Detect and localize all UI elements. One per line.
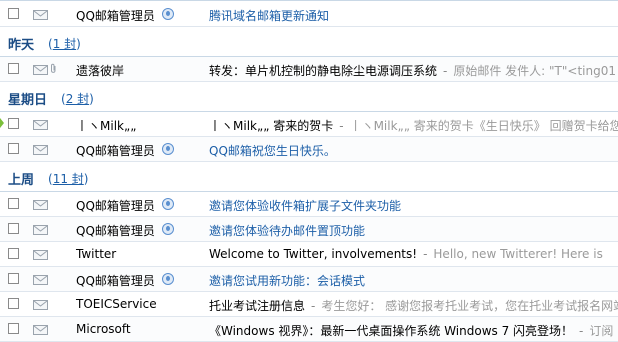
mail-row[interactable]: QQ邮箱管理员 邀请您试用新功能：会话模式 <box>0 267 618 292</box>
date-group-count-link[interactable]: 1 封 <box>53 37 76 51</box>
select-checkbox[interactable] <box>8 143 19 154</box>
subject-text[interactable]: QQ邮箱祝您生日快乐。 <box>209 144 336 158</box>
mail-subject[interactable]: 丨ヽMilk„„ 寄来的贺卡 - 丨ヽMilk„„ 寄来的贺卡《生日快乐》 回赠贺卡… <box>209 117 618 134</box>
date-group-count[interactable]: (1 封) <box>48 35 81 52</box>
subject-text[interactable]: 邀请您体验待办邮件置顶功能 <box>209 224 365 238</box>
mail-subject[interactable]: 邀请您体验收件箱扩展子文件夹功能 <box>209 197 401 214</box>
date-group-header: 昨天 (1 封) <box>0 27 618 57</box>
mail-preview: 考生您好： 感谢您报考托业考试，您在托业考试报名网站 <box>321 299 618 313</box>
mail-row[interactable]: QQ邮箱管理员 邀请您体验待办邮件置顶功能 <box>0 217 618 242</box>
envelope-icon <box>33 275 48 285</box>
date-group-title: 昨天 <box>8 38 35 53</box>
subject-preview-separator: - <box>423 247 428 261</box>
official-sender-icon <box>162 143 174 155</box>
mail-row[interactable]: Twitter Welcome to Twitter, involvements!… <box>0 242 618 267</box>
envelope-icon <box>33 145 48 155</box>
sender-name[interactable]: QQ邮箱管理员 <box>76 7 155 24</box>
current-row-indicator <box>0 118 4 128</box>
subject-text[interactable]: 转发：单片机控制的静电除尘电源调压系统 <box>209 64 437 78</box>
sender-name[interactable]: 丨ヽMilk„„ <box>76 117 136 134</box>
select-checkbox[interactable] <box>8 198 19 209</box>
date-group-title: 上周 <box>8 173 35 188</box>
attachment-icon <box>50 63 57 77</box>
sender-name[interactable]: 遗落彼岸 <box>76 62 124 79</box>
subject-text[interactable]: 邀请您试用新功能：会话模式 <box>209 274 365 288</box>
subject-text[interactable]: 邀请您体验收件箱扩展子文件夹功能 <box>209 199 401 213</box>
date-group-header: 上周 (11 封) <box>0 162 618 192</box>
envelope-icon <box>33 225 48 235</box>
mail-subject[interactable]: 转发：单片机控制的静电除尘电源调压系统 - 原始邮件 发件人: "T"<ting01 <box>209 62 616 79</box>
mail-subject[interactable]: 邀请您试用新功能：会话模式 <box>209 272 365 289</box>
mail-row[interactable]: 遗落彼岸 转发：单片机控制的静电除尘电源调压系统 - 原始邮件 发件人: "T"<ti… <box>0 57 618 82</box>
subject-preview-separator: - <box>311 299 316 313</box>
envelope-icon <box>33 325 48 335</box>
mail-preview: 原始邮件 发件人: "T"<ting01 <box>453 64 616 78</box>
envelope-icon <box>33 10 48 20</box>
subject-preview-separator: - <box>579 324 584 338</box>
sender-name[interactable]: QQ邮箱管理员 <box>76 272 155 289</box>
mail-preview: Hello, new Twitterer! Here is <box>433 247 603 261</box>
mail-subject[interactable]: 邀请您体验待办邮件置顶功能 <box>209 222 365 239</box>
mail-row[interactable]: 丨ヽMilk„„ 丨ヽMilk„„ 寄来的贺卡 - 丨ヽMilk„„ 寄来的贺卡《生日… <box>0 112 618 137</box>
mail-row[interactable]: QQ邮箱管理员 腾讯域名邮箱更新通知 <box>0 2 618 27</box>
mail-preview: 订阅 <box>589 324 614 338</box>
date-group-count[interactable]: (11 封) <box>48 170 88 187</box>
mail-row[interactable]: TOEICService 托业考试注册信息 - 考生您好： 感谢您报考托业考试，您在托… <box>0 292 618 317</box>
date-group-count-link[interactable]: 2 封 <box>66 92 89 106</box>
sender-name[interactable]: QQ邮箱管理员 <box>76 142 155 159</box>
subject-text[interactable]: 丨ヽMilk„„ 寄来的贺卡 <box>209 119 333 133</box>
mail-row[interactable]: QQ邮箱管理员 邀请您体验收件箱扩展子文件夹功能 <box>0 192 618 217</box>
sender-name[interactable]: QQ邮箱管理员 <box>76 222 155 239</box>
sender-name[interactable]: Microsoft <box>76 322 131 336</box>
subject-preview-separator: - <box>443 64 448 78</box>
sender-name[interactable]: Twitter <box>76 247 116 261</box>
subject-text[interactable]: 《Windows 视界》：最新一代桌面操作系统 Windows 7 闪亮登场！ <box>209 324 573 338</box>
official-sender-icon <box>162 198 174 210</box>
sender-name[interactable]: TOEICService <box>76 297 157 311</box>
select-checkbox[interactable] <box>8 248 19 259</box>
official-sender-icon <box>162 273 174 285</box>
mail-row[interactable]: Microsoft 《Windows 视界》：最新一代桌面操作系统 Windows… <box>0 317 618 342</box>
subject-preview-separator: - <box>339 119 344 133</box>
select-checkbox[interactable] <box>8 118 19 129</box>
select-checkbox[interactable] <box>8 223 19 234</box>
envelope-icon <box>33 200 48 210</box>
mail-subject[interactable]: 腾讯域名邮箱更新通知 <box>209 7 329 24</box>
mail-row[interactable]: QQ邮箱管理员 QQ邮箱祝您生日快乐。 <box>0 137 618 162</box>
date-group-count-link[interactable]: 11 封 <box>53 172 84 186</box>
select-checkbox[interactable] <box>8 8 19 19</box>
envelope-icon <box>33 300 48 310</box>
official-sender-icon <box>162 223 174 235</box>
sender-name[interactable]: QQ邮箱管理员 <box>76 197 155 214</box>
select-checkbox[interactable] <box>8 323 19 334</box>
list-top-border <box>0 0 618 1</box>
mail-subject[interactable]: Welcome to Twitter, involvements! - Hello,… <box>209 247 603 261</box>
mail-subject[interactable]: 《Windows 视界》：最新一代桌面操作系统 Windows 7 闪亮登场！ -… <box>209 322 613 339</box>
envelope-icon <box>33 65 48 75</box>
select-checkbox[interactable] <box>8 273 19 284</box>
mail-subject[interactable]: 托业考试注册信息 - 考生您好： 感谢您报考托业考试，您在托业考试报名网站 <box>209 297 618 314</box>
mail-subject[interactable]: QQ邮箱祝您生日快乐。 <box>209 142 336 159</box>
date-group-header: 星期日 (2 封) <box>0 82 618 112</box>
subject-text[interactable]: 托业考试注册信息 <box>209 299 305 313</box>
envelope-icon <box>33 250 48 260</box>
select-checkbox[interactable] <box>8 63 19 74</box>
date-group-count[interactable]: (2 封) <box>61 90 94 107</box>
mail-preview: 丨ヽMilk„„ 寄来的贺卡《生日快乐》 回赠贺卡给您 <box>349 119 618 133</box>
date-group-title: 星期日 <box>8 93 48 108</box>
subject-text[interactable]: Welcome to Twitter, involvements! <box>209 247 417 261</box>
subject-text[interactable]: 腾讯域名邮箱更新通知 <box>209 9 329 23</box>
envelope-icon <box>33 120 48 130</box>
official-sender-icon <box>162 8 174 20</box>
select-checkbox[interactable] <box>8 298 19 309</box>
